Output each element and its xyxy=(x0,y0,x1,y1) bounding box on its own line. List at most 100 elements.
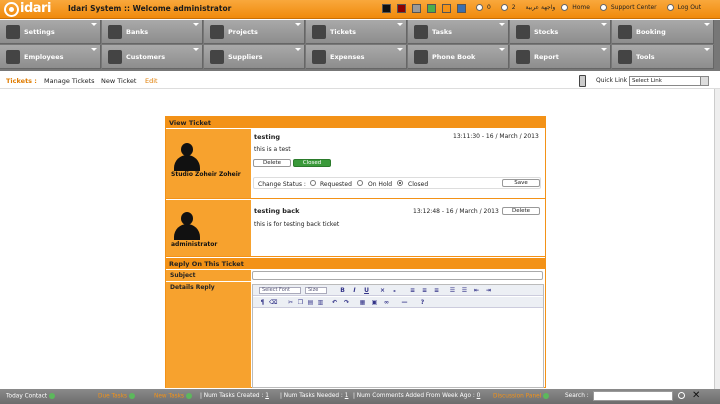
logout-link[interactable]: Log Out xyxy=(666,4,706,11)
nav-phone-book[interactable]: Phone Book xyxy=(408,45,509,69)
theme-swatch-black[interactable] xyxy=(382,4,391,13)
tasks-link[interactable]: 2 xyxy=(500,4,520,11)
top-links: 0 2 واجهة عربية Home Support Center Log … xyxy=(476,4,709,11)
underline-icon[interactable]: U xyxy=(363,287,370,294)
font-select[interactable]: Select Font xyxy=(259,287,301,294)
new-tasks-link[interactable]: New Tasks xyxy=(154,393,193,400)
delete-button[interactable]: Delete xyxy=(502,207,540,215)
subject-input[interactable] xyxy=(252,271,543,280)
subscript-icon[interactable]: ₓ xyxy=(391,287,398,294)
chevron-down-icon xyxy=(193,23,199,26)
view-ticket-panel: View Ticket Studio Zoheir Zoheir testing… xyxy=(165,116,546,388)
customers-icon xyxy=(108,50,122,64)
nav-suppliers[interactable]: Suppliers xyxy=(204,45,305,69)
status-requested-radio[interactable] xyxy=(310,180,316,186)
table-icon[interactable]: ▦ xyxy=(359,299,366,306)
search-icon[interactable] xyxy=(678,392,685,399)
chevron-down-icon xyxy=(601,48,607,51)
copy-icon[interactable]: ❐ xyxy=(297,299,304,306)
bold-icon[interactable]: B xyxy=(339,287,346,294)
theme-swatches xyxy=(382,4,472,14)
status-closed-radio[interactable] xyxy=(397,180,403,186)
clear-format-icon[interactable]: ⌫ xyxy=(269,299,277,306)
edit-link[interactable]: Edit xyxy=(145,77,158,85)
chevron-down-icon xyxy=(397,48,403,51)
cut-icon[interactable]: ✂ xyxy=(287,299,294,306)
nav-banks[interactable]: Banks xyxy=(102,20,203,44)
align-right-icon[interactable]: ≡ xyxy=(433,287,440,294)
align-center-icon[interactable]: ≡ xyxy=(421,287,428,294)
close-icon[interactable]: ✕ xyxy=(692,390,700,401)
avatar xyxy=(174,212,200,240)
indent-icon[interactable]: ⇥ xyxy=(485,287,492,294)
nav-tickets[interactable]: Tickets xyxy=(306,20,407,44)
nav-settings[interactable]: Settings xyxy=(0,20,101,44)
suppliers-icon xyxy=(210,50,224,64)
sub-nav: Tickets : Manage Tickets New Ticket Edit… xyxy=(0,73,720,89)
mail-link[interactable]: 0 xyxy=(476,4,495,11)
save-button[interactable]: Save xyxy=(502,179,540,187)
nav-report[interactable]: Report xyxy=(510,45,611,69)
quick-link-select[interactable]: Select Link xyxy=(629,76,709,86)
app-title: Idari System :: Welcome administrator xyxy=(68,4,232,13)
nav-booking[interactable]: Booking xyxy=(612,20,714,44)
home-link[interactable]: Home xyxy=(561,4,594,11)
chevron-down-icon xyxy=(193,48,199,51)
comments-stat: | Num Comments Added From Week Ago : 0 xyxy=(353,393,481,399)
status-on-hold-label: On Hold xyxy=(368,181,393,188)
theme-swatch-orange[interactable] xyxy=(442,4,451,13)
delete-button[interactable]: Delete xyxy=(253,159,291,167)
chevron-down-icon xyxy=(295,48,301,51)
support-link[interactable]: Support Center xyxy=(599,4,661,11)
today-contact-link[interactable]: Today Contact xyxy=(6,393,56,400)
format-icon[interactable]: ¶ xyxy=(259,299,266,306)
phone-icon xyxy=(414,50,428,64)
bullet-list-icon[interactable]: ☰ xyxy=(461,287,468,294)
nav-projects[interactable]: Projects xyxy=(204,20,305,44)
tasks-created-stat: | Num Tasks Created : 1 xyxy=(200,393,269,399)
tasks-needed-stat: | Num Tasks Needed : 1 xyxy=(280,393,349,399)
nav-employees[interactable]: Employees xyxy=(0,45,101,69)
discussion-panel-link[interactable]: Discussion Panel xyxy=(493,393,550,400)
rich-text-editor[interactable]: Select Font Size B I U × ₓ ≡ ≡ ≡ ☰ ☰ ⇤ ⇥… xyxy=(252,284,544,388)
paste-text-icon[interactable]: ▥ xyxy=(317,299,324,306)
manage-tickets-link[interactable]: Manage Tickets xyxy=(44,77,95,85)
paste-icon[interactable]: ▤ xyxy=(307,299,314,306)
ordered-list-icon[interactable]: ☰ xyxy=(449,287,456,294)
logo[interactable]: idari xyxy=(4,1,62,17)
link-icon[interactable]: ∞ xyxy=(383,299,390,306)
strikethrough-icon[interactable]: × xyxy=(379,287,386,294)
help-icon[interactable]: ? xyxy=(419,299,426,306)
nav-tasks[interactable]: Tasks xyxy=(408,20,509,44)
nav-tools[interactable]: Tools xyxy=(612,45,714,69)
due-tasks-link[interactable]: Due Tasks xyxy=(98,393,136,400)
nav-stocks[interactable]: Stocks xyxy=(510,20,611,44)
reply-heading: Reply On This Ticket xyxy=(166,258,545,269)
nav-expenses[interactable]: Expenses xyxy=(306,45,407,69)
outdent-icon[interactable]: ⇤ xyxy=(473,287,480,294)
italic-icon[interactable]: I xyxy=(351,287,358,294)
theme-swatch-gray[interactable] xyxy=(412,4,421,13)
undo-icon[interactable]: ↶ xyxy=(331,299,338,306)
horizontal-rule-icon[interactable]: — xyxy=(401,299,408,306)
status-requested-label: Requested xyxy=(320,181,352,188)
ticket-title: testing back xyxy=(254,207,300,215)
star-icon xyxy=(210,25,224,39)
theme-swatch-red[interactable] xyxy=(397,4,406,13)
size-select[interactable]: Size xyxy=(305,287,327,294)
search-input[interactable] xyxy=(593,391,673,401)
chevron-down-icon xyxy=(499,48,505,51)
change-status-label: Change Status : xyxy=(258,181,306,188)
page-scrollbar[interactable] xyxy=(714,89,720,389)
theme-swatch-blue[interactable] xyxy=(457,4,466,13)
align-left-icon[interactable]: ≡ xyxy=(409,287,416,294)
arabic-link[interactable]: واجهة عربية xyxy=(526,4,556,11)
theme-swatch-green[interactable] xyxy=(427,4,436,13)
redo-icon[interactable]: ↷ xyxy=(343,299,350,306)
tasks-icon xyxy=(414,25,428,39)
nav-customers[interactable]: Customers xyxy=(102,45,203,69)
status-on-hold-radio[interactable] xyxy=(357,180,363,186)
chevron-down-icon xyxy=(704,48,710,51)
new-ticket-link[interactable]: New Ticket xyxy=(101,77,136,85)
image-icon[interactable]: ▣ xyxy=(371,299,378,306)
